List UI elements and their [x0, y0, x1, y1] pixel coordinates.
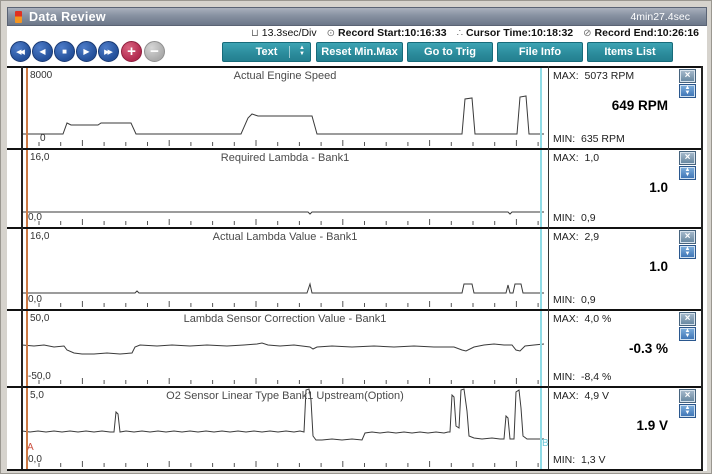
current-value-readout: -0.3 % — [558, 341, 668, 356]
max-value-readout: MAX: 4,0 % — [553, 313, 611, 325]
max-value-readout: MAX: 1,0 — [553, 152, 599, 164]
waveform-line — [22, 96, 544, 134]
zoom-out-button[interactable]: − — [144, 41, 165, 62]
min-value-readout: MIN: 0,9 — [553, 212, 596, 224]
chart-border — [7, 469, 703, 471]
max-value-readout: MAX: 2,9 — [553, 231, 599, 243]
close-channel-icon[interactable]: × — [679, 230, 696, 244]
reorder-channel-icon[interactable]: ▲▼ — [679, 84, 696, 98]
y-axis-bottom-label: 0,0 — [28, 212, 42, 223]
close-channel-icon[interactable]: × — [679, 312, 696, 326]
record-start-clock-icon: ⊙ — [327, 28, 335, 39]
cursor-b-line-label: B — [542, 438, 549, 449]
chart-border — [7, 148, 703, 150]
close-channel-icon[interactable]: × — [679, 151, 696, 165]
text-mode-label: Text — [256, 46, 278, 58]
time-per-div: 13.3sec/Div — [262, 27, 317, 39]
waveform-line — [22, 343, 544, 354]
y-axis-top-label: 16,0 — [30, 152, 49, 163]
record-info-bar: ⊔ 13.3sec/Div ⊙ Record Start : 10:16:33 … — [7, 26, 707, 40]
chart-border — [7, 309, 703, 311]
min-value-readout: MIN: -8,4 % — [553, 371, 611, 383]
chart-title: Actual Engine Speed — [22, 70, 548, 82]
title-bar: Data Review 4min27.4sec — [7, 7, 707, 26]
chart-border — [7, 66, 703, 68]
cursor-time-value: 10:18:32 — [531, 27, 573, 39]
chart-border — [7, 227, 703, 229]
chart-border — [7, 386, 703, 388]
record-end-label: Record End — [595, 27, 654, 39]
cursor-a-line[interactable] — [26, 67, 28, 469]
data-review-window: Data Review 4min27.4sec ⊔ 13.3sec/Div ⊙ … — [0, 0, 712, 474]
reorder-channel-icon[interactable]: ▲▼ — [679, 404, 696, 418]
step-back-button[interactable]: ◀ — [32, 41, 53, 62]
text-mode-select[interactable]: Text ▲▼ — [222, 42, 311, 62]
y-axis-bottom-label: 0,0 — [28, 454, 42, 465]
chart-border — [701, 66, 703, 469]
file-info-button[interactable]: File Info — [497, 42, 583, 62]
reorder-channel-icon[interactable]: ▲▼ — [679, 166, 696, 180]
div-scale-icon: ⊔ — [251, 28, 259, 39]
cursor-b-line[interactable] — [540, 67, 542, 469]
record-start-label: Record Start — [338, 27, 401, 39]
y-axis-bottom-label: 0 — [40, 133, 46, 144]
chart-row: 16,0 Required Lambda - Bank1 0,0 MAX: 1,… — [7, 148, 703, 227]
record-start-time: 10:16:33 — [405, 27, 447, 39]
chart-row: 8000 Actual Engine Speed 0 MAX: 5073 RPM… — [7, 66, 703, 148]
chart-row: 50,0 Lambda Sensor Correction Value - Ba… — [7, 309, 703, 386]
chart-border — [548, 66, 549, 469]
y-axis-bottom-label: -50,0 — [28, 371, 51, 382]
chart-title: Required Lambda - Bank1 — [22, 152, 548, 164]
y-axis-top-label: 5,0 — [30, 390, 44, 401]
fast-forward-button[interactable]: ▶▶ — [98, 41, 119, 62]
chart-border — [21, 66, 23, 469]
fast-rewind-button[interactable]: ◀◀ — [10, 41, 31, 62]
reorder-channel-icon[interactable]: ▲▼ — [679, 245, 696, 259]
combo-updown-icon: ▲▼ — [299, 45, 305, 57]
close-channel-icon[interactable]: × — [679, 69, 696, 83]
cursor-time-icon: ∴ — [457, 28, 463, 39]
chart-row: 5,0 O2 Sensor Linear Type Bank1 Upstream… — [7, 386, 703, 469]
stop-button[interactable]: ■ — [54, 41, 75, 62]
combo-divider — [289, 46, 290, 58]
record-end-time: 10:26:16 — [657, 27, 699, 39]
waveform-line — [22, 212, 544, 214]
y-axis-top-label: 16,0 — [30, 231, 49, 242]
current-value-readout: 1.0 — [558, 180, 668, 195]
cursor-time-label: Cursor Time — [466, 27, 528, 39]
record-end-clock-icon: ⊘ — [583, 28, 591, 39]
chart-title: Actual Lambda Value - Bank1 — [22, 231, 548, 243]
go-to-trig-button[interactable]: Go to Trig — [407, 42, 493, 62]
reorder-channel-icon[interactable]: ▲▼ — [679, 327, 696, 341]
record-duration: 4min27.4sec — [630, 11, 690, 23]
max-value-readout: MAX: 4,9 V — [553, 390, 609, 402]
y-axis-top-label: 50,0 — [30, 313, 49, 324]
max-value-readout: MAX: 5073 RPM — [553, 70, 634, 82]
chart-row: 16,0 Actual Lambda Value - Bank1 0,0 MAX… — [7, 227, 703, 309]
waveform-line — [22, 284, 544, 293]
y-axis-bottom-label: 0,0 — [28, 294, 42, 305]
close-channel-icon[interactable]: × — [679, 389, 696, 403]
min-value-readout: MIN: 635 RPM — [553, 133, 625, 145]
window-title: Data Review — [29, 10, 106, 24]
min-value-readout: MIN: 1,3 V — [553, 454, 606, 466]
current-value-readout: 1.0 — [558, 259, 668, 274]
chart-title: O2 Sensor Linear Type Bank1 Upstream(Opt… — [22, 390, 548, 402]
cursor-a-line-label: A — [27, 442, 34, 453]
min-value-readout: MIN: 0,9 — [553, 294, 596, 306]
chart-title: Lambda Sensor Correction Value - Bank1 — [22, 313, 548, 325]
play-button[interactable]: ▶ — [76, 41, 97, 62]
items-list-button[interactable]: Items List — [587, 42, 673, 62]
current-value-readout: 1.9 V — [558, 418, 668, 433]
zoom-in-button[interactable]: + — [121, 41, 142, 62]
reset-minmax-button[interactable]: Reset Min.Max — [316, 42, 403, 62]
y-axis-top-label: 8000 — [30, 70, 52, 81]
current-value-readout: 649 RPM — [558, 98, 668, 113]
toolbar: ◀◀ ◀ ■ ▶ ▶▶ + − Text ▲▼ Reset Min.Max Go… — [7, 40, 707, 64]
app-flame-icon — [15, 11, 22, 23]
charts-area: 8000 Actual Engine Speed 0 MAX: 5073 RPM… — [7, 64, 707, 471]
